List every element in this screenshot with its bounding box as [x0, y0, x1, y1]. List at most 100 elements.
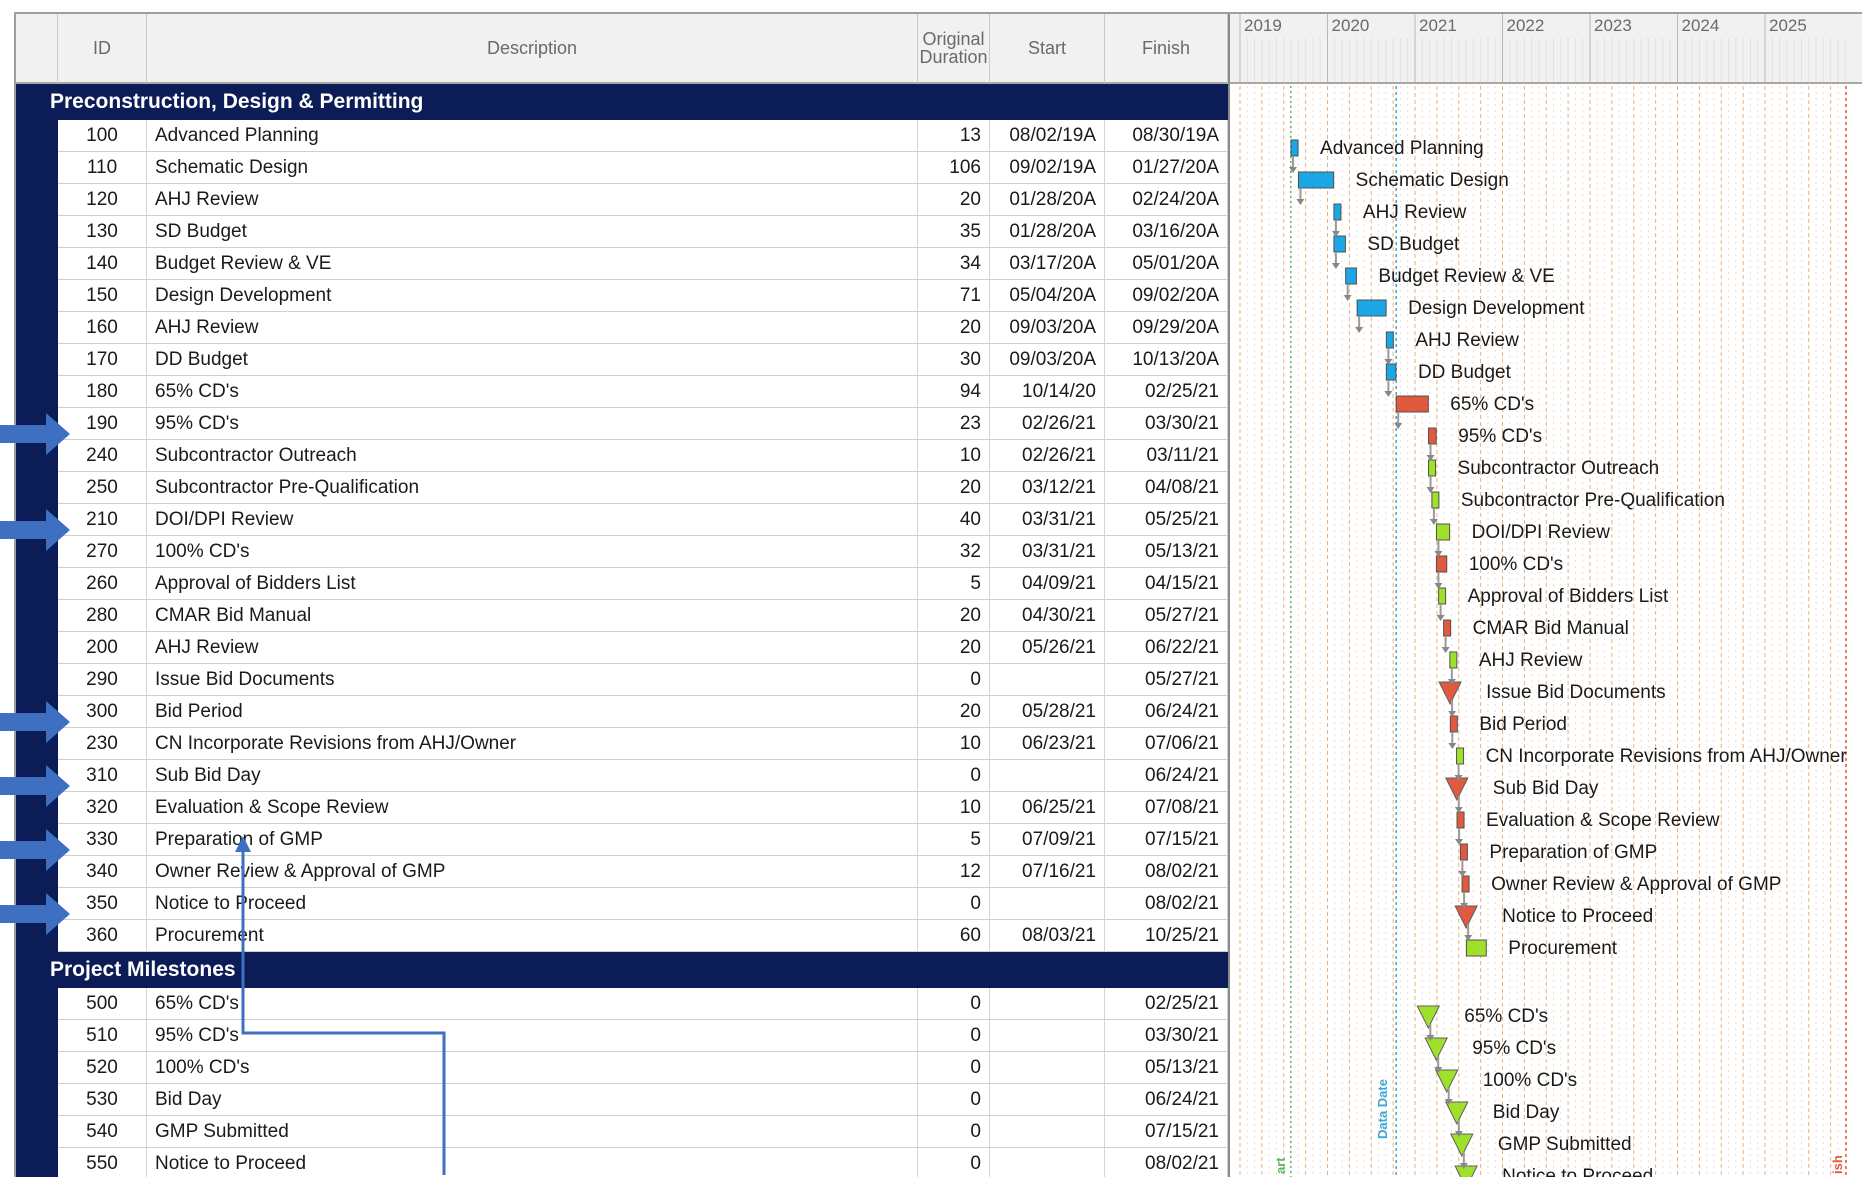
cell-finish: 03/11/21: [1105, 440, 1228, 471]
table-row[interactable]: 260 Approval of Bidders List 5 04/09/21 04/1…: [58, 568, 1228, 600]
cell-finish: 05/13/21: [1105, 536, 1228, 567]
table-row[interactable]: 190 95% CD's 23 02/26/21 03/30/21: [58, 408, 1228, 440]
table-row[interactable]: 100 Advanced Planning 13 08/02/19A 08/30/19A: [58, 120, 1228, 152]
cell-finish: 08/02/21: [1105, 856, 1228, 887]
cell-start: 05/04/20A: [990, 280, 1105, 311]
wbs-band-bar: [16, 84, 58, 1177]
cell-duration: 34: [918, 248, 990, 279]
cell-duration: 20: [918, 696, 990, 727]
table-row[interactable]: 180 65% CD's 94 10/14/20 02/25/21: [58, 376, 1228, 408]
cell-description: Bid Day: [147, 1084, 918, 1115]
cell-description: CMAR Bid Manual: [147, 600, 918, 631]
table-row[interactable]: 330 Preparation of GMP 5 07/09/21 07/15/21: [58, 824, 1228, 856]
cell-finish: 03/16/20A: [1105, 216, 1228, 247]
cell-id: 540: [58, 1116, 147, 1147]
bar-label: DOI/DPI Review: [1472, 522, 1611, 543]
table-row[interactable]: 170 DD Budget 30 09/03/20A 10/13/20A: [58, 344, 1228, 376]
cell-duration: 5: [918, 824, 990, 855]
annotation-arrow: [0, 829, 70, 871]
table-row[interactable]: 530 Bid Day 0 06/24/21: [58, 1084, 1228, 1116]
table-row[interactable]: 320 Evaluation & Scope Review 10 06/25/21 07…: [58, 792, 1228, 824]
annotation-arrow: [0, 893, 70, 935]
cell-start: 01/28/20A: [990, 184, 1105, 215]
table-row[interactable]: 510 95% CD's 0 03/30/21: [58, 1020, 1228, 1052]
cell-finish: 01/27/20A: [1105, 152, 1228, 183]
table-row[interactable]: 110 Schematic Design 106 09/02/19A 01/27/20A: [58, 152, 1228, 184]
table-row[interactable]: 140 Budget Review & VE 34 03/17/20A 05/01/20…: [58, 248, 1228, 280]
cell-duration: 13: [918, 120, 990, 151]
cell-description: 65% CD's: [147, 376, 918, 407]
cell-duration: 10: [918, 728, 990, 759]
cell-start: [990, 760, 1105, 791]
table-row[interactable]: 350 Notice to Proceed 0 08/02/21: [58, 888, 1228, 920]
table-row[interactable]: 120 AHJ Review 20 01/28/20A 02/24/20A: [58, 184, 1228, 216]
activity-bar: [1435, 555, 1448, 573]
cell-duration: 30: [918, 344, 990, 375]
table-row[interactable]: 240 Subcontractor Outreach 10 02/26/21 03/11…: [58, 440, 1228, 472]
bar-label: SD Budget: [1367, 234, 1460, 255]
bar-label: Subcontractor Outreach: [1458, 458, 1660, 479]
table-row[interactable]: 210 DOI/DPI Review 40 03/31/21 05/25/21: [58, 504, 1228, 536]
table-row[interactable]: 360 Procurement 60 08/03/21 10/25/21: [58, 920, 1228, 952]
table-row[interactable]: 520 100% CD's 0 05/13/21: [58, 1052, 1228, 1084]
table-row[interactable]: 270 100% CD's 32 03/31/21 05/13/21: [58, 536, 1228, 568]
wbs-band-title: Preconstruction, Design & Permitting: [50, 90, 424, 113]
cell-description: SD Budget: [147, 216, 918, 247]
cell-description: AHJ Review: [147, 312, 918, 343]
cell-description: Preparation of GMP: [147, 824, 918, 855]
cell-description: Approval of Bidders List: [147, 568, 918, 599]
cell-finish: 07/06/21: [1105, 728, 1228, 759]
table-row[interactable]: 500 65% CD's 0 02/25/21: [58, 988, 1228, 1020]
annotation-arrow-shape: [0, 893, 70, 935]
activity-bar: [1395, 395, 1429, 413]
relationship-arrowhead: [1394, 423, 1403, 429]
table-row[interactable]: 300 Bid Period 20 05/28/21 06/24/21: [58, 696, 1228, 728]
cell-id: 260: [58, 568, 147, 599]
milestone-marker: [1424, 1037, 1449, 1062]
annotation-arrow-shape: [0, 413, 70, 455]
cell-description: 100% CD's: [147, 1052, 918, 1083]
cell-start: 03/12/21: [990, 472, 1105, 503]
table-row[interactable]: 540 GMP Submitted 0 07/15/21: [58, 1116, 1228, 1148]
cell-start: 09/03/20A: [990, 312, 1105, 343]
cell-description: GMP Submitted: [147, 1116, 918, 1147]
cell-duration: 20: [918, 472, 990, 503]
relationship-arrowhead: [1343, 295, 1352, 301]
table-row[interactable]: 550 Notice to Proceed 0 08/02/21: [58, 1148, 1228, 1177]
table-row[interactable]: 130 SD Budget 35 01/28/20A 03/16/20A: [58, 216, 1228, 248]
column-header-start[interactable]: Start: [990, 14, 1105, 84]
table-row[interactable]: 310 Sub Bid Day 0 06/24/21: [58, 760, 1228, 792]
table-row[interactable]: 340 Owner Review & Approval of GMP 12 07/16…: [58, 856, 1228, 888]
cell-id: 150: [58, 280, 147, 311]
table-row[interactable]: 280 CMAR Bid Manual 20 04/30/21 05/27/21: [58, 600, 1228, 632]
cell-duration: 20: [918, 312, 990, 343]
cell-duration: 35: [918, 216, 990, 247]
cell-finish: 05/25/21: [1105, 504, 1228, 535]
bar-label: Schematic Design: [1356, 170, 1509, 191]
cell-finish: 07/15/21: [1105, 1116, 1228, 1147]
column-header-id[interactable]: ID: [58, 14, 147, 84]
column-header-finish[interactable]: Finish: [1105, 14, 1228, 84]
table-row[interactable]: 160 AHJ Review 20 09/03/20A 09/29/20A: [58, 312, 1228, 344]
cell-duration: 32: [918, 536, 990, 567]
cell-start: 01/28/20A: [990, 216, 1105, 247]
cell-start: 09/02/19A: [990, 152, 1105, 183]
cell-duration: 94: [918, 376, 990, 407]
bar-label: 100% CD's: [1483, 1070, 1577, 1091]
column-header-duration[interactable]: Original Duration: [918, 14, 990, 84]
table-row[interactable]: 290 Issue Bid Documents 0 05/27/21: [58, 664, 1228, 696]
cell-id: 200: [58, 632, 147, 663]
column-header-description[interactable]: Description: [147, 14, 918, 84]
cell-description: 95% CD's: [147, 1020, 918, 1051]
cell-duration: 10: [918, 440, 990, 471]
cell-duration: 0: [918, 1148, 990, 1177]
table-row[interactable]: 250 Subcontractor Pre-Qualification 20 03/1…: [58, 472, 1228, 504]
relationship-arrowhead: [1296, 199, 1305, 205]
table-row[interactable]: 150 Design Development 71 05/04/20A 09/02/20…: [58, 280, 1228, 312]
wbs-band[interactable]: Preconstruction, Design & Permitting: [16, 84, 1228, 120]
table-row[interactable]: 230 CN Incorporate Revisions from AHJ/Own…: [58, 728, 1228, 760]
annotation-arrow-shape: [0, 765, 70, 807]
cell-description: Advanced Planning: [147, 120, 918, 151]
wbs-band[interactable]: Project Milestones: [16, 952, 1228, 988]
table-row[interactable]: 200 AHJ Review 20 05/26/21 06/22/21: [58, 632, 1228, 664]
